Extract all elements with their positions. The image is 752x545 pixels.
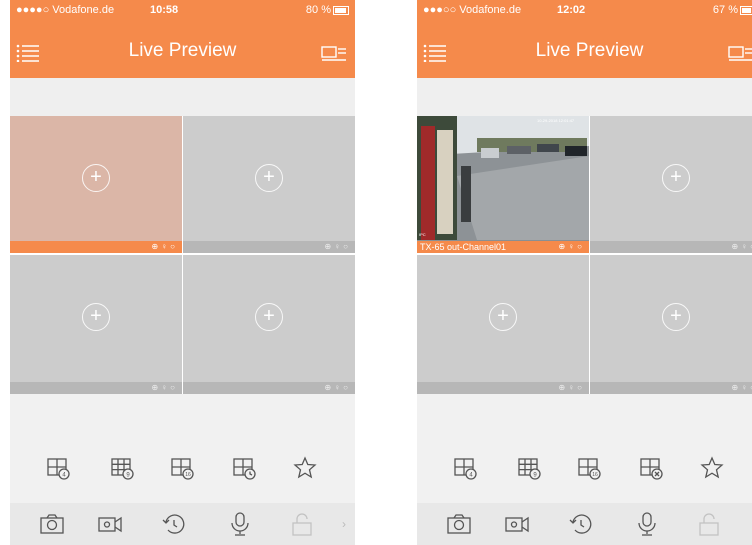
- add-channel-icon[interactable]: +: [82, 303, 110, 331]
- cell-controls-icon[interactable]: ⊕♀○: [731, 382, 752, 394]
- battery-label: 80 %: [305, 4, 331, 16]
- grid-9-icon[interactable]: 9: [108, 454, 136, 482]
- cell-controls-icon[interactable]: ⊕♀○: [731, 241, 752, 253]
- cell-controls-icon[interactable]: ⊕♀○: [151, 241, 178, 253]
- more-chevron-icon[interactable]: ›: [342, 517, 346, 531]
- clock-label: 12:02: [557, 4, 586, 16]
- battery-fill: [742, 7, 751, 13]
- preview-cell-3[interactable]: + ⊕♀○: [10, 255, 182, 394]
- cell-controls-icon[interactable]: ⊕♀○: [151, 382, 178, 394]
- add-channel-icon[interactable]: +: [662, 164, 690, 192]
- snapshot-icon[interactable]: [38, 510, 66, 538]
- action-toolbar: [417, 503, 752, 545]
- preview-cell-1[interactable]: + ⊕♀○: [10, 116, 182, 253]
- battery-icon: [333, 5, 349, 15]
- cell-toolbar: ⊕♀○: [183, 382, 355, 394]
- action-toolbar: ›: [10, 503, 355, 545]
- star-icon[interactable]: [698, 454, 726, 482]
- preview-grid: + ⊕♀○ + ⊕♀○ + ⊕♀○ + ⊕♀○: [10, 116, 355, 394]
- preview-cell-2[interactable]: + ⊕♀○: [183, 116, 355, 253]
- lock-icon[interactable]: [695, 510, 723, 538]
- cell-controls-icon[interactable]: ⊕♀○: [324, 382, 351, 394]
- battery-icon: [740, 5, 752, 15]
- add-channel-icon[interactable]: +: [662, 303, 690, 331]
- battery-label: 67 %: [712, 4, 738, 16]
- cell-toolbar: ⊕♀○: [183, 241, 355, 253]
- nav-bar: Live Preview: [10, 20, 355, 78]
- channel-label: TX-65 out-Channel01: [420, 242, 507, 252]
- grid-16-icon[interactable]: 16: [168, 454, 196, 482]
- grid-close-icon[interactable]: [637, 454, 665, 482]
- snapshot-icon[interactable]: [445, 510, 473, 538]
- header-spacer: [10, 78, 355, 116]
- clock-label: 10:58: [150, 4, 179, 16]
- preview-cell-2[interactable]: + ⊕♀○: [590, 116, 752, 253]
- add-channel-icon[interactable]: +: [489, 303, 517, 331]
- preview-cell-3[interactable]: + ⊕♀○: [417, 255, 589, 394]
- carrier-label: ●●●●○ Vodafone.de: [16, 4, 115, 16]
- grid-history-icon[interactable]: [230, 454, 258, 482]
- lock-icon[interactable]: [288, 510, 316, 538]
- carrier-label: ●●●○○ Vodafone.de: [423, 4, 522, 16]
- cell-toolbar: ⊕♀○: [590, 382, 752, 394]
- playback-icon[interactable]: [160, 510, 188, 538]
- preview-cell-4[interactable]: + ⊕♀○: [590, 255, 752, 394]
- svg-text:16: 16: [592, 472, 598, 478]
- grid-9-icon[interactable]: 9: [515, 454, 543, 482]
- cell-toolbar: ⊕♀○: [10, 241, 182, 253]
- playback-icon[interactable]: [567, 510, 595, 538]
- cell-controls-icon[interactable]: ⊕♀○: [324, 241, 351, 253]
- phone-screen-right: ●●●○○ Vodafone.de 12:02 67 % Live Previe…: [417, 0, 752, 545]
- cell-controls-icon[interactable]: ⊕♀○: [558, 241, 585, 253]
- layout-toolbar: 4 9 16: [10, 447, 355, 489]
- microphone-icon[interactable]: [633, 510, 661, 538]
- grid-4-icon[interactable]: 4: [451, 454, 479, 482]
- preview-grid: 10-29-2018 12:01:47 IPC TX-65 out-Channe…: [417, 116, 752, 394]
- battery-fill: [335, 7, 346, 13]
- preview-cell-1[interactable]: 10-29-2018 12:01:47 IPC TX-65 out-Channe…: [417, 116, 589, 253]
- live-camera-feed: 10-29-2018 12:01:47 IPC: [417, 116, 589, 240]
- grid-4-icon[interactable]: 4: [44, 454, 72, 482]
- record-icon[interactable]: [96, 510, 124, 538]
- camera-list-icon[interactable]: [321, 46, 347, 62]
- add-channel-icon[interactable]: +: [255, 164, 283, 192]
- page-title: Live Preview: [535, 40, 644, 61]
- add-channel-icon[interactable]: +: [255, 303, 283, 331]
- star-icon[interactable]: [291, 454, 319, 482]
- preview-cell-4[interactable]: + ⊕♀○: [183, 255, 355, 394]
- record-icon[interactable]: [503, 510, 531, 538]
- status-bar: ●●●●○ Vodafone.de 10:58 80 %: [10, 0, 355, 20]
- cell-toolbar: TX-65 out-Channel01 ⊕♀○: [417, 241, 589, 253]
- add-channel-icon[interactable]: +: [82, 164, 110, 192]
- status-bar: ●●●○○ Vodafone.de 12:02 67 %: [417, 0, 752, 20]
- grid-16-icon[interactable]: 16: [575, 454, 603, 482]
- cell-toolbar: ⊕♀○: [417, 382, 589, 394]
- battery-indicator: 80 %: [306, 4, 349, 16]
- header-spacer: [417, 78, 752, 116]
- cell-toolbar: ⊕♀○: [10, 382, 182, 394]
- battery-indicator: 67 %: [713, 4, 752, 16]
- svg-text:IPC: IPC: [419, 232, 426, 237]
- svg-text:16: 16: [185, 472, 191, 478]
- microphone-icon[interactable]: [226, 510, 254, 538]
- svg-text:10-29-2018 12:01:47: 10-29-2018 12:01:47: [537, 118, 575, 123]
- page-title: Live Preview: [128, 40, 237, 61]
- cell-toolbar: ⊕♀○: [590, 241, 752, 253]
- layout-toolbar: 4 9 16: [417, 447, 752, 489]
- cell-controls-icon[interactable]: ⊕♀○: [558, 382, 585, 394]
- nav-bar: Live Preview: [417, 20, 752, 78]
- phone-screen-left: ●●●●○ Vodafone.de 10:58 80 % Live Previe…: [10, 0, 355, 545]
- camera-list-icon[interactable]: [728, 46, 752, 62]
